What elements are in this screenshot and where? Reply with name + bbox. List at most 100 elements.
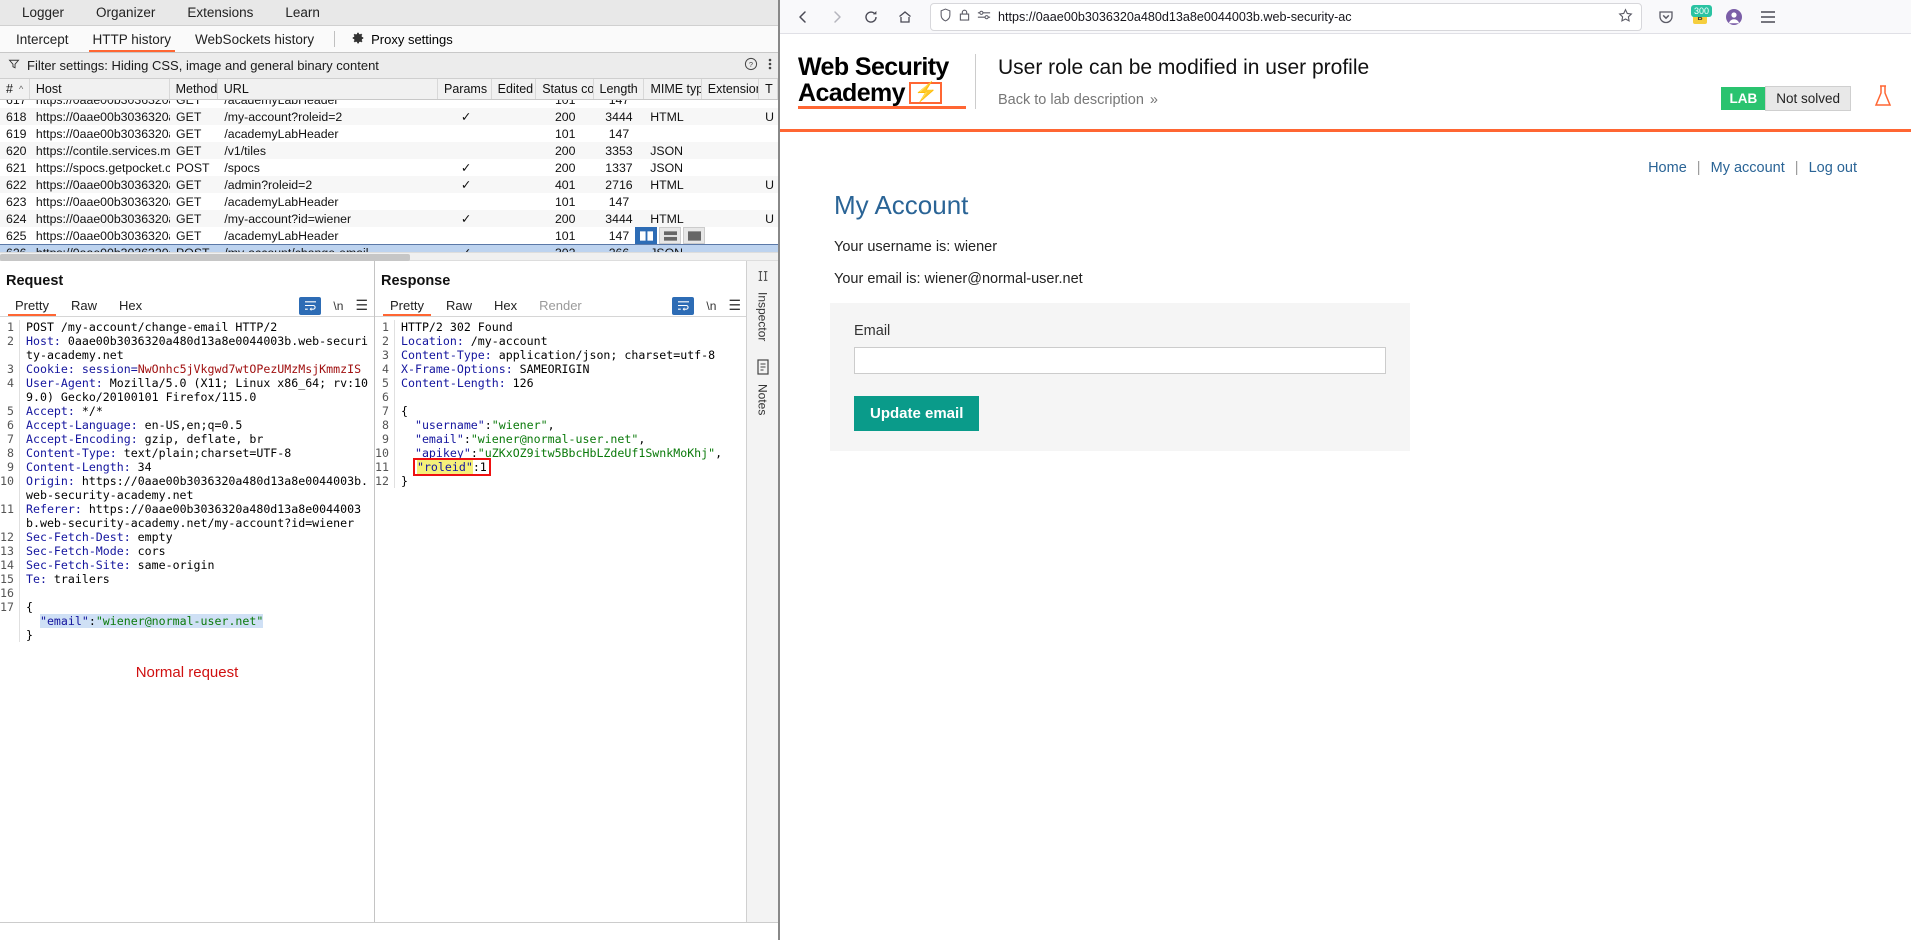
split-vertical-icon[interactable]: [635, 227, 657, 244]
response-tab-hex[interactable]: Hex: [483, 295, 528, 316]
update-email-button[interactable]: Update email: [854, 396, 980, 431]
line-text: Origin: https://0aae00b3036320a480d13a8e…: [20, 474, 374, 502]
col-header-num[interactable]: # ^: [0, 79, 30, 99]
reload-button[interactable]: [856, 3, 886, 31]
request-tab-raw[interactable]: Raw: [60, 295, 108, 316]
col-header-method[interactable]: Method: [170, 79, 218, 99]
web-security-academy-logo[interactable]: Web Security Academy ⚡: [798, 54, 976, 109]
request-view-tabs: Pretty Raw Hex \n ☰: [0, 295, 374, 317]
topnav-item-organizer[interactable]: Organizer: [80, 1, 171, 24]
flask-icon[interactable]: [1873, 84, 1893, 114]
home-button[interactable]: [890, 3, 920, 31]
notes-icon[interactable]: [756, 359, 770, 378]
lock-icon[interactable]: [959, 8, 970, 25]
tab-intercept[interactable]: Intercept: [4, 26, 81, 52]
cell-params: [439, 142, 492, 159]
col-header-params[interactable]: Params: [438, 79, 492, 99]
table-row[interactable]: 618 https://0aae00b3036320a480... GET /m…: [0, 108, 778, 125]
header-name: Origin:: [26, 474, 75, 488]
table-row[interactable]: 622 https://0aae00b3036320a480... GET /a…: [0, 176, 778, 193]
star-icon[interactable]: [1618, 7, 1633, 26]
cell-extension: [702, 159, 759, 176]
col-header-mime-type[interactable]: MIME type: [644, 79, 702, 99]
table-row[interactable]: 619 https://0aae00b3036320a480... GET /a…: [0, 125, 778, 142]
response-tab-pretty[interactable]: Pretty: [379, 295, 435, 316]
table-row[interactable]: 620 https://contile.services.mozil... GE…: [0, 142, 778, 159]
pocket-icon[interactable]: [1652, 3, 1680, 31]
shield-icon[interactable]: [939, 8, 952, 25]
code-line-json: 10 "apikey":"uZKxOZ9itw5BbcHbLZdeUf1Swnk…: [375, 446, 747, 460]
inspector-icon[interactable]: [756, 269, 770, 286]
response-tab-render[interactable]: Render: [528, 295, 593, 316]
cell-mime-type: JSON: [644, 245, 701, 253]
table-row[interactable]: 624 https://0aae00b3036320a480... GET /m…: [0, 210, 778, 227]
response-tab-raw[interactable]: Raw: [435, 295, 483, 316]
col-header-status-code[interactable]: Status code: [536, 79, 594, 99]
proxy-settings-button[interactable]: Proxy settings: [343, 27, 461, 52]
back-button[interactable]: [788, 3, 818, 31]
word-wrap-icon[interactable]: [299, 296, 322, 315]
line-text: {: [26, 600, 33, 614]
table-row-selected[interactable]: 626 https://0aae00b3036320a480... POST /…: [0, 244, 778, 252]
account-icon[interactable]: [1720, 3, 1748, 31]
notes-label[interactable]: Notes: [756, 384, 770, 415]
nav-link-home[interactable]: Home: [1648, 160, 1687, 176]
col-header-url[interactable]: URL: [218, 79, 438, 99]
question-circle-icon[interactable]: ?: [744, 57, 758, 74]
filter-bar[interactable]: Filter settings: Hiding CSS, image and g…: [0, 53, 778, 79]
table-row[interactable]: 621 https://spocs.getpocket.com POST /sp…: [0, 159, 778, 176]
bolt-icon: ⚡: [908, 82, 943, 104]
topnav-item-extensions[interactable]: Extensions: [171, 1, 269, 24]
response-menu-icon[interactable]: ☰: [728, 297, 741, 314]
code-line: 5 Content-Length: 126: [375, 376, 747, 390]
request-menu-icon[interactable]: ☰: [355, 297, 368, 314]
cell-mime-type: [644, 193, 701, 210]
topnav-item-logger[interactable]: Logger: [6, 1, 80, 24]
col-header-host[interactable]: Host: [30, 79, 170, 99]
scrollbar-thumb[interactable]: [0, 254, 410, 261]
request-tab-hex[interactable]: Hex: [108, 295, 153, 316]
permissions-icon[interactable]: [977, 9, 991, 24]
url-text[interactable]: https://0aae00b3036320a480d13a8e0044003b…: [998, 10, 1611, 24]
response-code-viewer[interactable]: 1 HTTP/2 302 Found 2 Location: /my-account…: [375, 317, 747, 488]
cell-method: GET: [176, 194, 202, 209]
col-header-length[interactable]: Length: [594, 79, 645, 99]
tab-websockets-history[interactable]: WebSockets history: [183, 26, 326, 52]
kebab-menu-icon[interactable]: [768, 57, 772, 74]
horizontal-scrollbar[interactable]: [0, 252, 778, 261]
cell-length: 3353: [605, 143, 633, 158]
table-row[interactable]: 617 https://0aae00b3036320a480... GET /a…: [0, 100, 778, 108]
cell-method: POST: [176, 160, 210, 175]
url-bar[interactable]: https://0aae00b3036320a480d13a8e0044003b…: [930, 2, 1642, 31]
nav-link-log-out[interactable]: Log out: [1809, 160, 1857, 176]
cell-num: 622: [6, 177, 27, 192]
code-line: 11 Referer: https://0aae00b3036320a480d13…: [0, 502, 374, 530]
code-line: 6: [375, 390, 747, 404]
extension-icon[interactable]: B 300: [1686, 3, 1714, 31]
table-row[interactable]: 623 https://0aae00b3036320a480... GET /a…: [0, 193, 778, 210]
newline-toggle[interactable]: \n: [706, 299, 716, 313]
cell-host: https://0aae00b3036320a480...: [35, 228, 170, 243]
topnav-item-learn[interactable]: Learn: [269, 1, 336, 24]
forward-button[interactable]: [822, 3, 852, 31]
email-field[interactable]: [854, 347, 1386, 374]
code-line: 5 Accept: */*: [0, 404, 374, 418]
nav-link-my-account[interactable]: My account: [1711, 160, 1785, 176]
header-name: Accept-Encoding:: [26, 432, 138, 446]
inspector-label[interactable]: Inspector: [756, 292, 770, 341]
word-wrap-icon[interactable]: [672, 296, 695, 315]
col-header-title[interactable]: T: [759, 79, 778, 99]
split-horizontal-icon[interactable]: [659, 227, 681, 244]
single-pane-icon[interactable]: [683, 227, 705, 244]
request-code-viewer[interactable]: 1 POST /my-account/change-email HTTP/2 2H…: [0, 317, 374, 642]
request-tab-pretty[interactable]: Pretty: [4, 295, 60, 316]
cell-mime-type: HTML: [650, 177, 684, 192]
cell-edited: [493, 125, 537, 142]
col-header-extension[interactable]: Extension: [702, 79, 760, 99]
tab-http-history[interactable]: HTTP history: [81, 26, 184, 52]
line-number: 7: [0, 432, 20, 446]
col-header-edited[interactable]: Edited: [492, 79, 537, 99]
newline-toggle[interactable]: \n: [333, 299, 343, 313]
header-value: same-origin: [130, 558, 215, 572]
hamburger-menu-icon[interactable]: [1754, 3, 1782, 31]
